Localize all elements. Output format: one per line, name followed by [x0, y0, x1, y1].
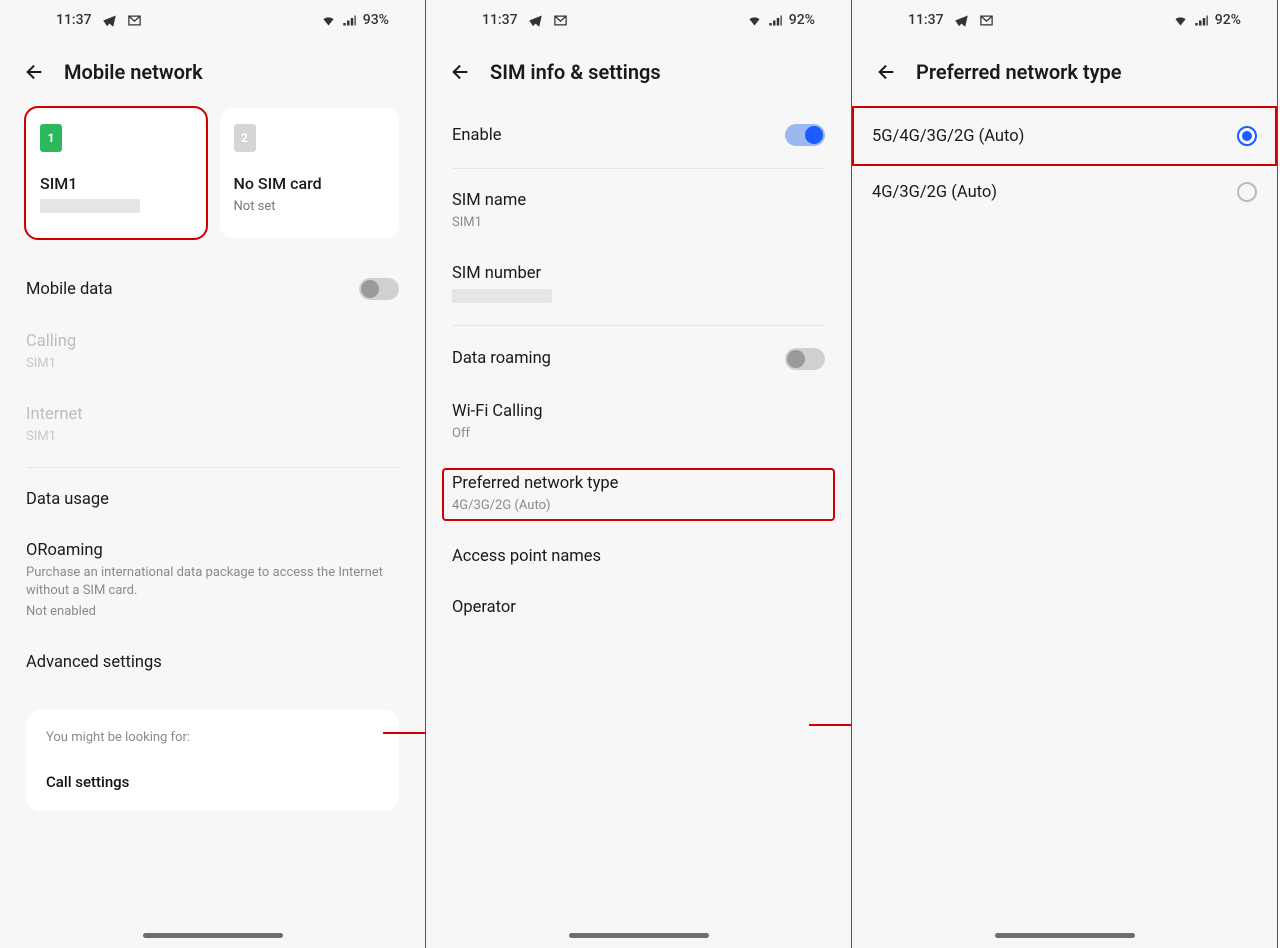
data-usage-label: Data usage [26, 490, 399, 509]
sim-number-label: SIM number [452, 264, 825, 283]
option-label: 4G/3G/2G (Auto) [872, 183, 997, 202]
telegram-icon [102, 13, 117, 28]
sim1-name: SIM1 [40, 174, 192, 193]
telegram-icon [528, 13, 543, 28]
advanced-settings-label: Advanced settings [26, 653, 399, 672]
internet-row: Internet SIM1 [26, 389, 399, 462]
divider [452, 325, 825, 326]
advanced-settings-row[interactable]: Advanced settings [26, 637, 399, 688]
status-battery: 92% [1215, 12, 1241, 28]
operator-row[interactable]: Operator [452, 582, 825, 633]
pnt-value: 4G/3G/2G (Auto) [452, 497, 825, 515]
data-roaming-label: Data roaming [452, 349, 551, 368]
calling-label: Calling [26, 332, 399, 351]
status-bar: 11:37 92% [426, 0, 851, 40]
apn-label: Access point names [452, 547, 825, 566]
sim-number-row[interactable]: SIM number [452, 248, 825, 319]
sim2-card[interactable]: 2 No SIM card Not set [220, 108, 400, 238]
calling-sub: SIM1 [26, 355, 399, 373]
oroaming-row[interactable]: ORoaming Purchase an international data … [26, 525, 399, 637]
hint-card: You might be looking for: Call settings [26, 710, 399, 811]
calling-row: Calling SIM1 [26, 316, 399, 389]
enable-toggle[interactable] [785, 124, 825, 146]
hint-label: You might be looking for: [46, 730, 379, 745]
divider [26, 467, 399, 468]
sim2-chip-icon: 2 [234, 124, 256, 152]
data-roaming-row[interactable]: Data roaming [452, 332, 825, 386]
internet-sub: SIM1 [26, 428, 399, 446]
radio-selected-icon[interactable] [1237, 126, 1257, 146]
arrow-annotation [809, 724, 852, 726]
internet-label: Internet [26, 405, 399, 424]
option-label: 5G/4G/3G/2G (Auto) [872, 127, 1024, 146]
sim2-sub: Not set [234, 199, 386, 214]
gmail-icon [127, 13, 142, 28]
back-icon[interactable] [876, 61, 898, 83]
screen-preferred-network-type: 11:37 92% Preferred network type 5G/4G/3… [852, 0, 1278, 948]
sim-name-row[interactable]: SIM name SIM1 [452, 175, 825, 248]
wifi-icon [1173, 13, 1188, 28]
status-battery: 92% [789, 12, 815, 28]
back-icon[interactable] [24, 61, 46, 83]
sim-number-redacted [452, 289, 552, 303]
sim1-redacted [40, 199, 140, 213]
enable-label: Enable [452, 126, 502, 145]
data-roaming-toggle[interactable] [785, 348, 825, 370]
gmail-icon [979, 13, 994, 28]
back-icon[interactable] [450, 61, 472, 83]
sim1-chip-icon: 1 [40, 124, 62, 152]
screen-sim-info: 11:37 92% SIM info & settings Enable SIM… [426, 0, 852, 948]
wifi-calling-value: Off [452, 425, 825, 443]
page-title: Preferred network type [916, 60, 1122, 84]
signal-icon [768, 13, 783, 28]
apn-row[interactable]: Access point names [452, 531, 825, 582]
arrow-annotation [383, 732, 426, 734]
hint-item-call-settings[interactable]: Call settings [46, 773, 379, 791]
option-4g-auto[interactable]: 4G/3G/2G (Auto) [854, 164, 1275, 220]
signal-icon [1194, 13, 1209, 28]
sim-name-value: SIM1 [452, 214, 825, 232]
home-indicator[interactable] [143, 933, 283, 938]
oroaming-label: ORoaming [26, 541, 399, 560]
status-battery: 93% [363, 12, 389, 28]
preferred-network-type-row[interactable]: Preferred network type 4G/3G/2G (Auto) [452, 458, 825, 531]
status-bar: 11:37 92% [852, 0, 1277, 40]
oroaming-desc: Purchase an international data package t… [26, 564, 399, 599]
option-5g-auto[interactable]: 5G/4G/3G/2G (Auto) [854, 108, 1275, 164]
pnt-label: Preferred network type [452, 474, 825, 493]
wifi-calling-row[interactable]: Wi-Fi Calling Off [452, 386, 825, 459]
wifi-calling-label: Wi-Fi Calling [452, 402, 825, 421]
mobile-data-toggle[interactable] [359, 278, 399, 300]
wifi-icon [747, 13, 762, 28]
operator-label: Operator [452, 598, 825, 617]
signal-icon [342, 13, 357, 28]
page-title: Mobile network [64, 60, 203, 84]
sim-name-label: SIM name [452, 191, 825, 210]
enable-row[interactable]: Enable [452, 108, 825, 162]
status-time: 11:37 [482, 12, 518, 28]
gmail-icon [553, 13, 568, 28]
mobile-data-row[interactable]: Mobile data [26, 262, 399, 316]
home-indicator[interactable] [569, 933, 709, 938]
wifi-icon [321, 13, 336, 28]
sim1-card[interactable]: 1 SIM1 [26, 108, 206, 238]
sim2-name: No SIM card [234, 174, 386, 193]
oroaming-status: Not enabled [26, 603, 399, 621]
status-time: 11:37 [908, 12, 944, 28]
status-bar: 11:37 93% [0, 0, 425, 40]
telegram-icon [954, 13, 969, 28]
home-indicator[interactable] [995, 933, 1135, 938]
divider [452, 168, 825, 169]
mobile-data-label: Mobile data [26, 280, 113, 299]
radio-unselected-icon[interactable] [1237, 182, 1257, 202]
data-usage-row[interactable]: Data usage [26, 474, 399, 525]
screen-mobile-network: 11:37 93% Mobile network 1 SIM1 2 No SIM… [0, 0, 426, 948]
status-time: 11:37 [56, 12, 92, 28]
page-title: SIM info & settings [490, 60, 661, 84]
